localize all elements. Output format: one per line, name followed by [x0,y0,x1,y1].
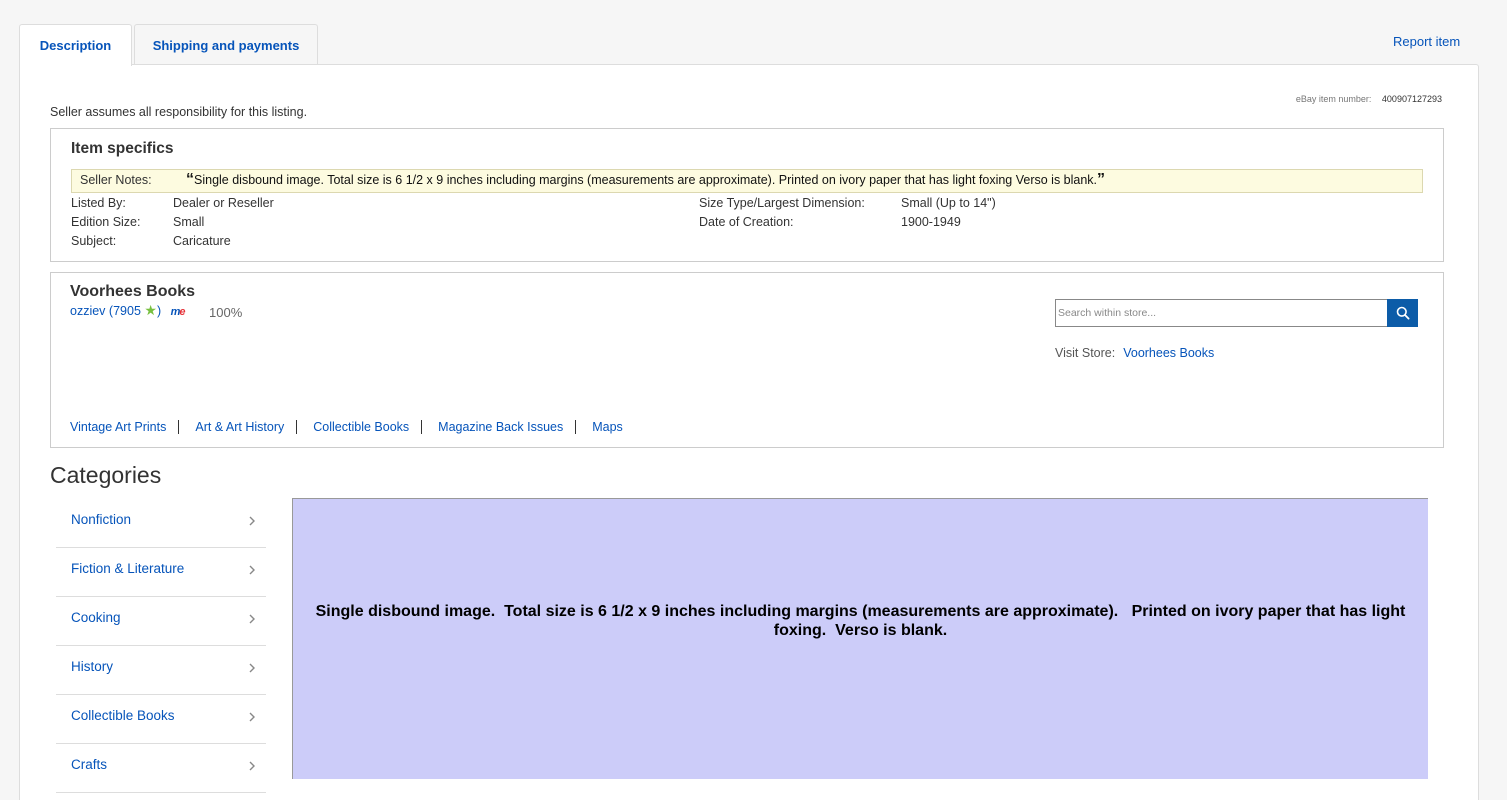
visit-store-link[interactable]: Voorhees Books [1123,346,1214,360]
tab-shipping-and-payments[interactable]: Shipping and payments [134,24,318,65]
spec-label-subject: Subject: [71,234,117,248]
chevron-right-icon [249,614,255,624]
store-search [1055,299,1418,327]
category-item[interactable]: Cooking [56,597,266,646]
store-category-link[interactable]: Collectible Books [313,420,423,434]
description-panel: eBay item number: 400907127293 Seller as… [19,64,1479,800]
feedback-close-paren: ) [156,304,162,318]
item-number: eBay item number: 400907127293 [1296,94,1442,104]
spec-value-date-of-creation: 1900-1949 [901,215,961,229]
seller-id-link[interactable]: ozziev [70,304,105,318]
close-quote: ” [1097,171,1106,188]
spec-label-size-type: Size Type/Largest Dimension: [699,196,865,210]
visit-store-label: Visit Store: [1055,346,1116,360]
category-label: History [71,659,114,674]
chevron-right-icon [249,663,255,673]
chevron-right-icon [249,516,255,526]
chevron-right-icon [249,565,255,575]
search-icon [1396,306,1410,320]
spec-value-subject: Caricature [173,234,231,248]
category-label: Crafts [71,757,108,772]
visit-store: Visit Store: Voorhees Books [1055,346,1214,360]
open-quote: “ [186,171,194,188]
chevron-right-icon [249,761,255,771]
category-item[interactable]: Fiction & Literature [56,548,266,597]
category-item[interactable]: History [56,646,266,695]
spec-label-date-of-creation: Date of Creation: [699,215,794,229]
store-section: Voorhees Books ozziev (7905 ★) me 100% V… [50,272,1444,448]
categories-title: Categories [50,462,162,488]
seller-notes-label: Seller Notes: [80,173,152,187]
feedback-score-link[interactable]: 7905 [113,304,141,318]
seller-description-text: Single disbound image. Total size is 6 1… [315,603,1410,639]
item-specifics-title: Item specifics [71,140,174,157]
category-item[interactable]: Crafts [56,744,266,793]
me-icon[interactable]: me [171,306,186,318]
item-number-label: eBay item number: [1295,94,1372,104]
item-specifics-section: Item specifics Seller Notes: “Single dis… [50,128,1444,262]
seller-description-frame: Single disbound image. Total size is 6 1… [292,498,1428,779]
spec-value-edition-size: Small [173,215,205,229]
tab-description[interactable]: Description [19,24,132,66]
chevron-right-icon [249,712,255,722]
store-categories-nav: Vintage Art Prints Art & Art History Col… [70,420,651,434]
category-label: Fiction & Literature [71,561,185,576]
item-number-value: 400907127293 [1381,94,1442,104]
store-search-button[interactable] [1387,299,1418,327]
category-label: Nonfiction [71,512,132,527]
spec-value-listed-by: Dealer or Reseller [173,196,274,210]
category-label: Cooking [71,610,121,625]
spec-label-listed-by: Listed By: [71,196,126,210]
store-category-link[interactable]: Vintage Art Prints [70,420,180,434]
store-name: Voorhees Books [70,283,196,300]
category-item[interactable]: Nonfiction [56,499,266,548]
store-category-link[interactable]: Art & Art History [195,420,298,434]
category-list: Nonfiction Fiction & Literature Cooking … [56,499,266,793]
seller-notes-text: Single disbound image. Total size is 6 1… [194,173,1098,187]
positive-feedback-percent: 100% [209,305,243,320]
seller-responsibility-notice: Seller assumes all responsibility for th… [50,105,308,119]
report-item-link[interactable]: Report item [1393,34,1460,49]
seller-info: ozziev (7905 ★) me [70,302,186,319]
category-item[interactable]: Collectible Books [56,695,266,744]
store-search-input[interactable] [1056,300,1386,326]
store-category-link[interactable]: Maps [592,420,635,434]
store-category-link[interactable]: Magazine Back Issues [438,420,577,434]
seller-notes: Seller Notes: “Single disbound image. To… [71,169,1423,193]
spec-value-size-type: Small (Up to 14") [901,196,996,210]
category-label: Collectible Books [71,708,175,723]
star-icon: ★ [144,302,157,318]
seller-notes-text-wrap: “Single disbound image. Total size is 6 … [186,171,1106,188]
spec-label-edition-size: Edition Size: [71,215,141,229]
